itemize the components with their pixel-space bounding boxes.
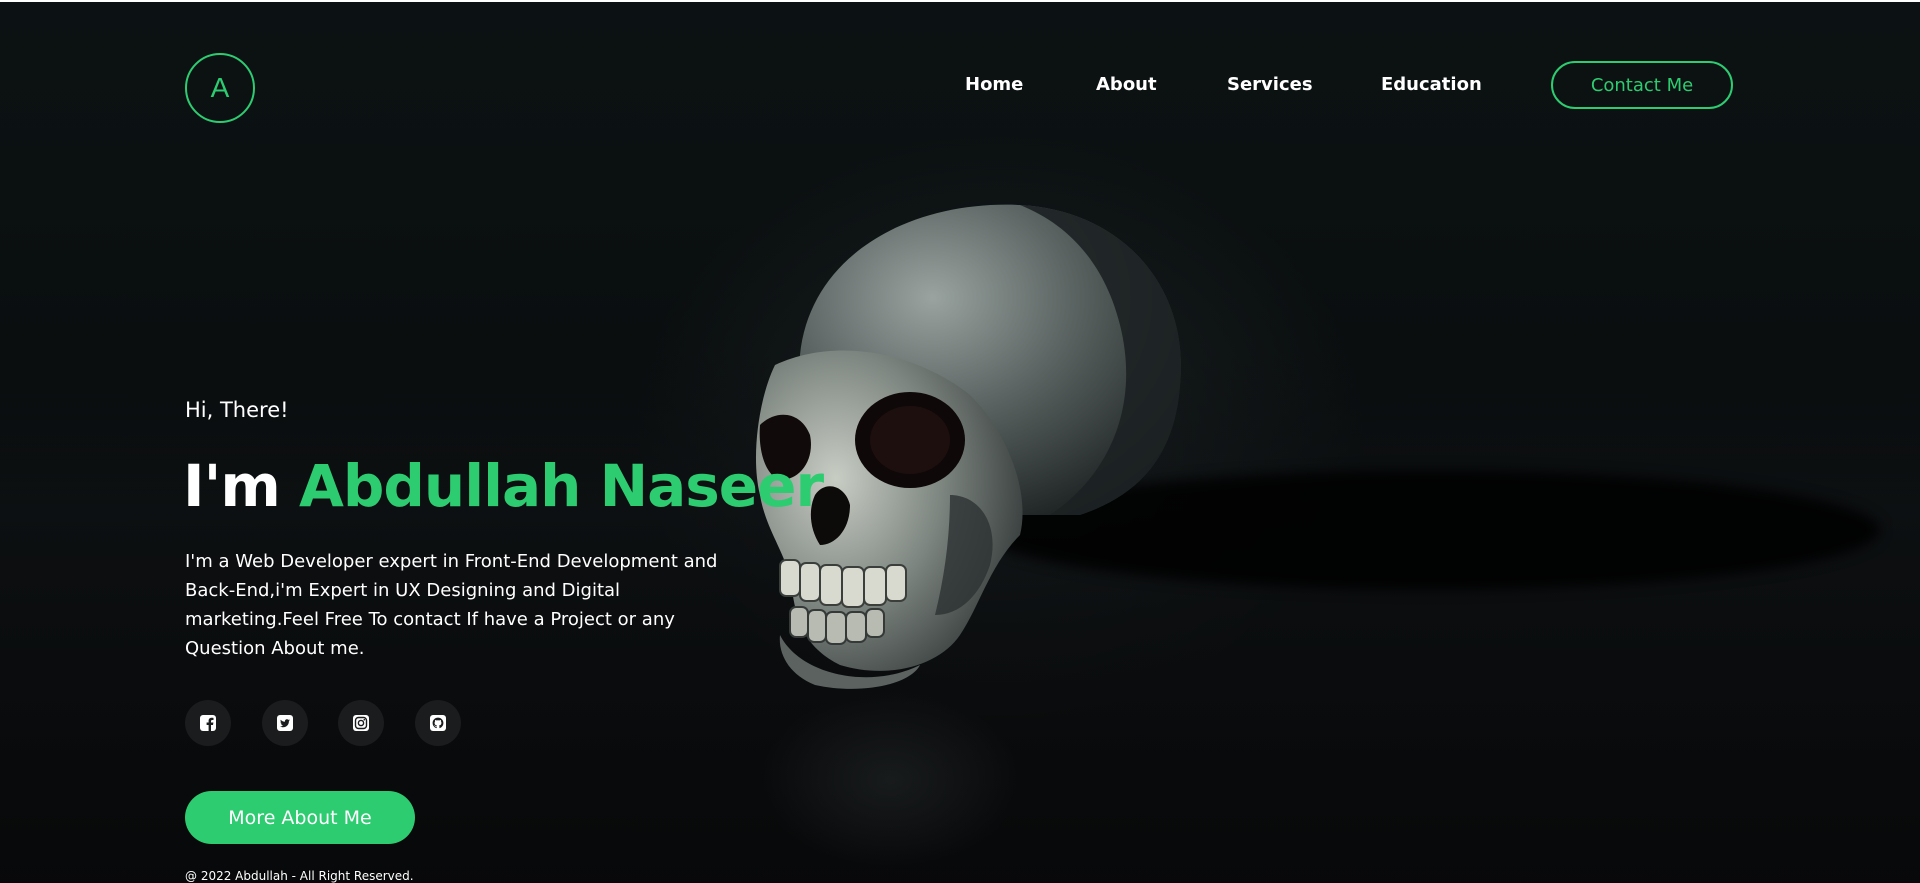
bio-text: I'm a Web Developer expert in Front-End … xyxy=(185,551,718,659)
instagram-icon xyxy=(353,715,369,731)
headline-prefix: I'm xyxy=(183,452,281,520)
logo[interactable]: A xyxy=(185,53,255,123)
nav-about[interactable]: About xyxy=(1096,74,1157,95)
logo-letter: A xyxy=(210,72,230,103)
nav-services[interactable]: Services xyxy=(1227,74,1313,95)
twitter-icon xyxy=(277,715,293,731)
more-about-me-label: More About Me xyxy=(228,806,372,829)
instagram-link[interactable] xyxy=(338,700,384,746)
copyright-text: @ 2022 Abdullah - All Right Reserved. xyxy=(185,869,414,883)
headline: I'm Abdullah Naseer xyxy=(183,452,824,520)
github-link[interactable] xyxy=(415,700,461,746)
facebook-link[interactable] xyxy=(185,700,231,746)
more-about-me-button[interactable]: More About Me xyxy=(185,791,415,844)
facebook-icon xyxy=(200,715,216,731)
greeting: Hi, There! xyxy=(185,398,289,422)
hero-background xyxy=(0,0,1920,883)
github-icon xyxy=(430,715,446,731)
skull-reflection xyxy=(760,690,1020,870)
contact-me-button[interactable]: Contact Me xyxy=(1551,61,1733,109)
contact-me-label: Contact Me xyxy=(1590,74,1694,96)
skull-image xyxy=(755,204,1181,689)
twitter-link[interactable] xyxy=(262,700,308,746)
headline-name: Abdullah Naseer xyxy=(298,452,824,520)
nav-education[interactable]: Education xyxy=(1381,74,1482,95)
top-border xyxy=(0,0,1920,2)
nav-home[interactable]: Home xyxy=(965,74,1023,95)
